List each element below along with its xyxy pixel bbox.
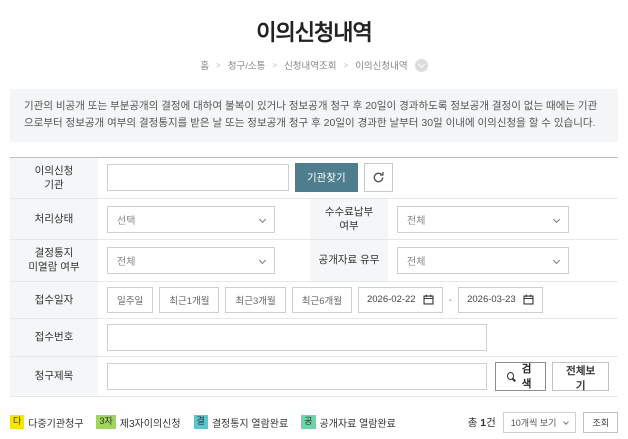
org-input[interactable]	[107, 164, 289, 192]
notice-unread-select-value: 전체	[117, 256, 136, 268]
refresh-icon	[372, 171, 385, 184]
fee-select-value: 전체	[407, 215, 426, 227]
calendar-icon	[523, 294, 534, 305]
receipt-no-label: 접수번호	[10, 318, 98, 356]
form-row-date: 접수일자 일주일 최근1개월 최근3개월 최근6개월 2026-02-22 -	[10, 281, 618, 319]
period-week-button[interactable]: 일주일	[107, 286, 154, 313]
legend-notice-read: 결 결정통지 열람완료	[193, 415, 289, 430]
fee-select[interactable]: 전체	[397, 205, 569, 233]
legend-toolbar: 다 다중기관청구 3자 제3자이의신청 결 결정통지 열람완료 공 공개자료 열…	[10, 411, 618, 433]
period-1month-button[interactable]: 최근1개월	[159, 286, 220, 313]
legend-third-party: 3자 제3자이의신청	[96, 415, 181, 430]
notice-unread-select[interactable]: 전체	[107, 246, 275, 274]
breadcrumb-item-home[interactable]: 홈	[200, 58, 209, 72]
open-data-select[interactable]: 전체	[397, 246, 569, 274]
breadcrumb-item-claim[interactable]: 청구/소통	[228, 58, 266, 72]
claim-title-label: 청구제목	[10, 356, 98, 396]
date-from-input[interactable]: 2026-02-22	[357, 286, 443, 313]
notice-unread-label: 결정통지 미열람 여부	[10, 240, 98, 281]
fee-label: 수수료납부 여부	[310, 198, 388, 240]
page-size-value: 10개씩 보기	[510, 417, 557, 428]
date-to-value: 2026-03-23	[467, 294, 516, 306]
chevron-down-icon	[552, 256, 561, 265]
form-row-status-fee: 처리상태 선택 수수료납부 여부 전체	[10, 198, 618, 241]
notice-text: 기관의 비공개 또는 부분공개의 결정에 대하여 불복이 있거나 정보공개 청구…	[24, 100, 598, 130]
search-icon	[507, 372, 514, 381]
legend-multi-agency: 다 다중기관청구	[10, 415, 83, 430]
legend-open-data-read-label: 공개자료 열람완료	[319, 418, 396, 430]
receipt-no-input[interactable]	[107, 323, 487, 351]
form-row-org: 이의신청 기관 기관찾기	[10, 157, 618, 199]
form-row-notice-open: 결정통지 미열람 여부 전체 공개자료 유무 전체	[10, 240, 618, 282]
period-3month-button[interactable]: 최근3개월	[225, 286, 286, 313]
form-row-receipt-no: 접수번호	[10, 318, 618, 357]
date-to-input[interactable]: 2026-03-23	[458, 286, 543, 313]
search-form: 이의신청 기관 기관찾기 처리상태 선택 수수료납부 여부 전체 결정통지 미열…	[10, 156, 618, 397]
breadcrumb-item-history[interactable]: 신청내역조회	[284, 58, 336, 72]
breadcrumb-item-current: 이의신청내역	[355, 61, 408, 72]
chevron-down-icon	[258, 215, 267, 223]
open-data-select-value: 전체	[407, 256, 426, 268]
legend-notice-read-label: 결정통지 열람완료	[211, 418, 289, 430]
third-party-badge: 3자	[96, 415, 116, 429]
notice-read-badge: 결	[193, 415, 208, 429]
page-size-select[interactable]: 10개씩 보기	[502, 411, 577, 433]
search-button-label: 검색	[521, 363, 532, 391]
legend-multi-agency-label: 다중기관청구	[28, 418, 84, 430]
chevron-down-circle-icon[interactable]	[414, 58, 428, 72]
total-count: 총 1건	[467, 416, 496, 429]
notice-box: 기관의 비공개 또는 부분공개의 결정에 대하여 불복이 있거나 정보공개 청구…	[10, 89, 618, 142]
claim-title-input[interactable]	[107, 362, 487, 390]
status-label: 처리상태	[10, 198, 98, 240]
status-select-value: 선택	[117, 215, 136, 227]
view-all-button[interactable]: 전체보기	[552, 361, 609, 392]
refresh-button[interactable]	[363, 163, 393, 193]
open-data-read-badge: 공	[301, 415, 316, 429]
org-label: 이의신청 기관	[10, 157, 98, 198]
breadcrumb: 홈 > 청구/소통 > 신청내역조회 > 이의신청내역	[0, 58, 628, 72]
form-row-title: 청구제목 검색 전체보기	[10, 356, 618, 397]
page-title: 이의신청내역	[256, 20, 372, 45]
breadcrumb-separator: >	[343, 60, 349, 70]
multi-agency-badge: 다	[10, 415, 25, 429]
chevron-down-icon	[563, 419, 570, 425]
chevron-down-icon	[552, 215, 561, 223]
date-label: 접수일자	[10, 281, 98, 318]
date-range-separator: -	[448, 293, 453, 306]
inquiry-button[interactable]: 조회	[583, 411, 618, 433]
find-org-button[interactable]: 기관찾기	[295, 163, 358, 193]
date-from-value: 2026-02-22	[366, 294, 416, 306]
search-button[interactable]: 검색	[495, 361, 547, 391]
period-6month-button[interactable]: 최근6개월	[291, 286, 352, 313]
breadcrumb-separator: >	[272, 60, 278, 70]
open-data-label: 공개자료 유무	[310, 240, 388, 281]
status-select[interactable]: 선택	[107, 205, 275, 233]
calendar-icon	[423, 294, 434, 305]
breadcrumb-separator: >	[216, 60, 221, 70]
chevron-down-icon	[258, 256, 267, 265]
legend-third-party-label: 제3자이의신청	[119, 418, 181, 430]
legend-open-data-read: 공 공개자료 열람완료	[301, 415, 396, 430]
